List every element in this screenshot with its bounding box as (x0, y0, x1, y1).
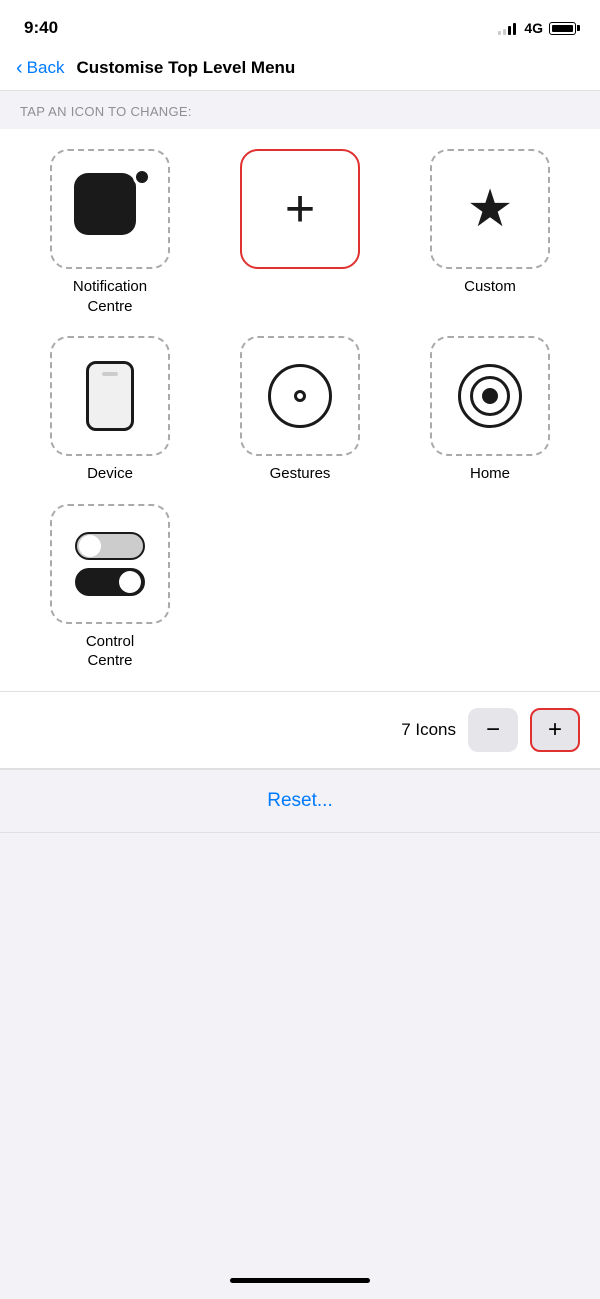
minus-icon: − (486, 716, 500, 744)
status-icons: 4G (498, 20, 576, 36)
icon-box-gestures[interactable] (240, 336, 360, 456)
status-time: 9:40 (24, 18, 58, 38)
icon-label-device: Device (87, 464, 133, 484)
icon-label-notification-centre: NotificationCentre (73, 277, 147, 316)
bottom-area (0, 833, 600, 1053)
icon-cell-notification-centre[interactable]: NotificationCentre (50, 149, 170, 316)
icons-grid: NotificationCentre + ★ Custom Device (20, 149, 580, 671)
page-title: Customise Top Level Menu (76, 58, 295, 78)
back-label: Back (27, 58, 65, 78)
footer-bar: 7 Icons − + (0, 692, 600, 768)
icon-box-home[interactable] (430, 336, 550, 456)
gestures-inner-dot (294, 390, 306, 402)
icon-label-gestures: Gestures (270, 464, 331, 484)
home-icon (458, 364, 522, 428)
notification-centre-icon (74, 173, 146, 245)
icon-label-custom: Custom (464, 277, 516, 297)
icon-cell-control-centre[interactable]: ControlCentre (50, 504, 170, 671)
star-icon: ★ (467, 183, 514, 235)
icon-cell-custom[interactable]: ★ Custom (430, 149, 550, 316)
toggle-knob-off (79, 535, 101, 557)
plus-icon: + (548, 716, 562, 744)
icon-box-notification-centre[interactable] (50, 149, 170, 269)
gestures-icon (268, 364, 332, 428)
reset-button[interactable]: Reset... (267, 790, 332, 812)
chevron-left-icon: ‹ (16, 58, 23, 78)
icon-box-custom[interactable]: ★ (430, 149, 550, 269)
icon-cell-gestures[interactable]: Gestures (240, 336, 360, 484)
icon-cell-home[interactable]: Home (430, 336, 550, 484)
network-type: 4G (524, 20, 543, 36)
icon-box-control-centre[interactable] (50, 504, 170, 624)
icons-grid-container: NotificationCentre + ★ Custom Device (0, 129, 600, 691)
section-header-text: TAP AN ICON TO CHANGE: (20, 104, 192, 119)
back-button[interactable]: ‹ Back (16, 58, 64, 78)
plus-button[interactable]: + (530, 708, 580, 752)
reset-section: Reset... (0, 769, 600, 833)
control-centre-icon (75, 532, 145, 596)
toggle-off-row (75, 532, 145, 560)
home-inner-ring (470, 376, 510, 416)
nav-bar: ‹ Back Customise Top Level Menu (0, 50, 600, 91)
home-indicator (230, 1278, 370, 1283)
signal-bars-icon (498, 21, 516, 35)
icon-cell-add-slot[interactable]: + (240, 149, 360, 316)
icon-label-control-centre: ControlCentre (86, 632, 134, 671)
icon-box-device[interactable] (50, 336, 170, 456)
icon-cell-device[interactable]: Device (50, 336, 170, 484)
icon-label-home: Home (470, 464, 510, 484)
battery-icon (549, 22, 576, 35)
icons-count: 7 Icons (401, 720, 456, 740)
icon-box-add-slot[interactable]: + (240, 149, 360, 269)
toggle-on-row (75, 568, 145, 596)
add-icon: + (285, 183, 315, 235)
device-icon (86, 361, 134, 431)
status-bar: 9:40 4G (0, 0, 600, 50)
toggle-knob-on (119, 571, 141, 593)
minus-button[interactable]: − (468, 708, 518, 752)
section-header: TAP AN ICON TO CHANGE: (0, 91, 600, 129)
home-center-dot (482, 388, 498, 404)
